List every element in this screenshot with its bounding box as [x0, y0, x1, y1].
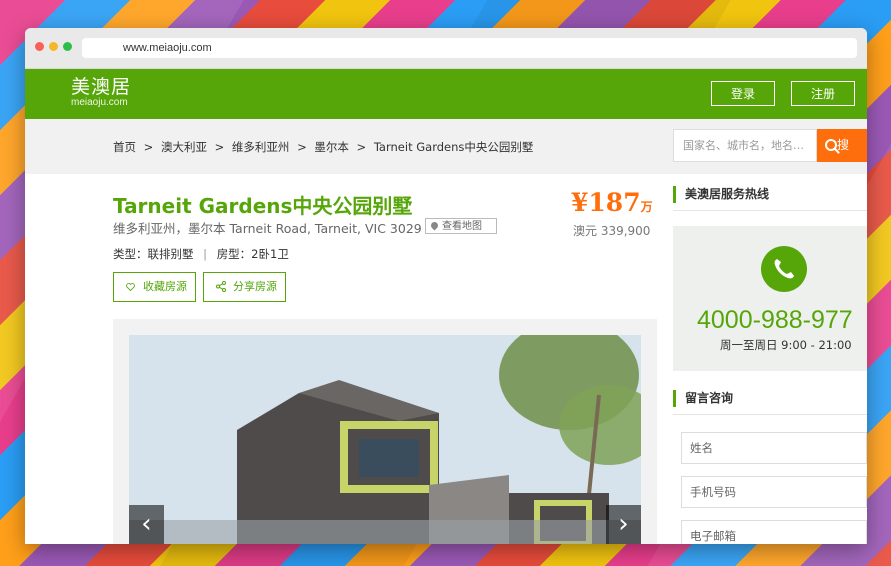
- photo-gallery: ‹ ›: [113, 319, 657, 544]
- share-icon: [216, 281, 226, 292]
- breadcrumb-bar: 首页 > 澳大利亚 > 维多利亚州 > 墨尔本 > Tarneit Garden…: [25, 119, 867, 175]
- name-field[interactable]: 姓名: [681, 432, 867, 464]
- minimize-window-button[interactable]: [49, 42, 58, 51]
- breadcrumb-separator: >: [356, 140, 367, 154]
- gallery-next-button[interactable]: ›: [606, 505, 641, 544]
- address-bar[interactable]: www.meiaoju.com: [82, 38, 857, 58]
- divider: [673, 210, 867, 211]
- consult-section: 留言咨询 姓名 手机号码 电子邮箱: [673, 390, 867, 544]
- property-type: 类型：联排别墅: [113, 247, 194, 261]
- divider: [673, 414, 867, 415]
- favorite-button[interactable]: 收藏房源: [113, 272, 196, 302]
- maximize-window-button[interactable]: [63, 42, 72, 51]
- consult-title: 留言咨询: [673, 390, 867, 407]
- email-field[interactable]: 电子邮箱: [681, 520, 867, 544]
- page-title: Tarneit Gardens中央公园别墅: [113, 194, 413, 218]
- login-button[interactable]: 登录: [711, 81, 775, 106]
- listing-main: Tarneit Gardens中央公园别墅 维多利亚州，墨尔本 Tarneit …: [25, 174, 867, 544]
- hotline-box: 4000-988-977 周一至周日 9:00 - 21:00: [673, 226, 867, 371]
- breadcrumb-australia[interactable]: 澳大利亚: [161, 140, 207, 154]
- heart-icon: [126, 283, 135, 291]
- view-map-label: 查看地图: [442, 221, 482, 232]
- search-input[interactable]: 国家名、城市名，地名…: [673, 129, 817, 162]
- logo-domain: meiaoju.com: [71, 97, 128, 108]
- browser-chrome: www.meiaoju.com: [25, 28, 867, 69]
- house-illustration: [129, 335, 641, 544]
- share-button[interactable]: 分享房源: [203, 272, 286, 302]
- gallery-prev-button[interactable]: ‹: [129, 505, 164, 544]
- hotline-title: 美澳居服务热线: [673, 186, 867, 203]
- price-symbol: ¥: [571, 188, 589, 217]
- phone-field[interactable]: 手机号码: [681, 476, 867, 508]
- search-icon: [825, 139, 837, 151]
- close-window-button[interactable]: [35, 42, 44, 51]
- site-header: 美澳居 meiaoju.com 登录 注册: [25, 69, 867, 119]
- property-layout: 房型：2卧1卫: [216, 247, 289, 261]
- listing-specs: 类型：联排别墅 | 房型：2卧1卫: [113, 246, 289, 262]
- spec-separator: |: [203, 247, 208, 261]
- breadcrumb-separator: >: [143, 140, 154, 154]
- search-button[interactable]: 搜: [817, 129, 867, 162]
- site-logo[interactable]: 美澳居 meiaoju.com: [71, 77, 131, 109]
- price-value: 187: [588, 188, 641, 217]
- hotline-number[interactable]: 4000-988-977: [697, 306, 853, 335]
- breadcrumb-home[interactable]: 首页: [113, 140, 136, 154]
- listing-address: 维多利亚州，墨尔本 Tarneit Road, Tarneit, VIC 302…: [113, 221, 422, 236]
- sidebar: 美澳居服务热线 4000-988-977 周一至周日 9:00 - 21:00 …: [673, 186, 867, 544]
- breadcrumb-melbourne[interactable]: 墨尔本: [314, 140, 349, 154]
- browser-window: www.meiaoju.com 美澳居 meiaoju.com 登录 注册 首页…: [25, 28, 867, 544]
- listing-photo: ‹ ›: [129, 335, 641, 544]
- search-button-label: 搜: [837, 138, 850, 152]
- favorite-label: 收藏房源: [143, 280, 187, 293]
- breadcrumb: 首页 > 澳大利亚 > 维多利亚州 > 墨尔本 > Tarneit Garden…: [113, 139, 537, 155]
- breadcrumb-victoria[interactable]: 维多利亚州: [232, 140, 290, 154]
- view-map-button[interactable]: 查看地图: [425, 218, 497, 234]
- breadcrumb-separator: >: [214, 140, 225, 154]
- price-unit: 万: [640, 200, 653, 214]
- service-hours: 周一至周日 9:00 - 21:00: [720, 338, 852, 352]
- register-button[interactable]: 注册: [791, 81, 855, 106]
- logo-text: 美澳居: [71, 76, 132, 98]
- map-pin-icon: [429, 220, 440, 231]
- phone-icon: [761, 246, 807, 292]
- share-label: 分享房源: [233, 280, 277, 293]
- price-aud: 澳元 339,900: [573, 224, 651, 238]
- price-cny: ¥187万: [571, 188, 653, 217]
- breadcrumb-current: Tarneit Gardens中央公园别墅: [373, 140, 534, 154]
- breadcrumb-separator: >: [297, 140, 307, 154]
